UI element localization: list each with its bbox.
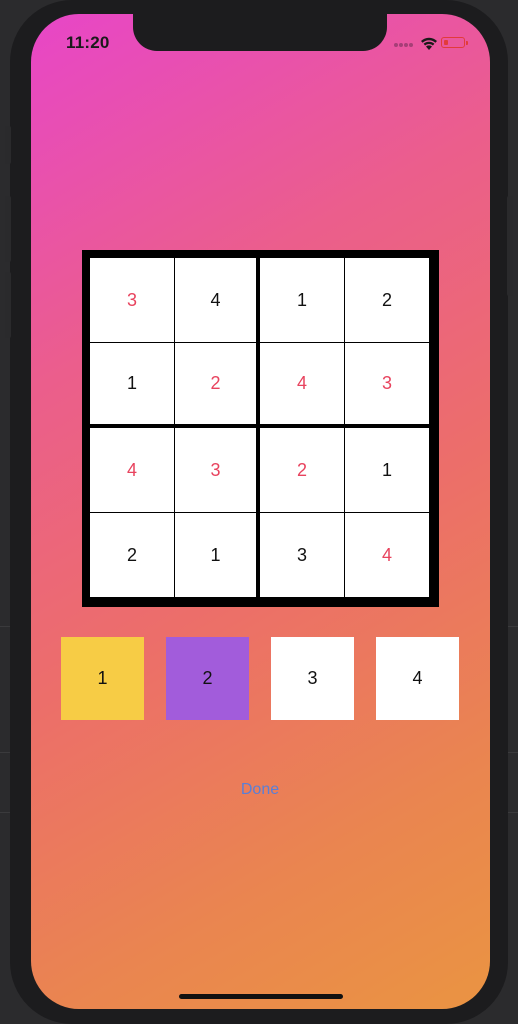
- board-cell[interactable]: 4: [260, 343, 344, 424]
- background-line: [508, 626, 518, 627]
- board-cell[interactable]: 4: [345, 513, 429, 597]
- status-icons: [391, 33, 471, 53]
- background-line: [0, 812, 10, 813]
- volume-down-button: [5, 272, 11, 338]
- wifi-icon: [421, 37, 437, 50]
- background-line: [508, 752, 518, 753]
- battery-icon: [441, 37, 468, 48]
- number-picker: 1234: [61, 637, 461, 720]
- number-choice-3[interactable]: 3: [271, 637, 354, 720]
- board-cell[interactable]: 2: [345, 258, 429, 342]
- volume-up-button: [5, 196, 11, 262]
- background-line: [0, 626, 10, 627]
- board-cell[interactable]: 3: [345, 343, 429, 424]
- board-cell[interactable]: 3: [260, 513, 344, 597]
- board-cell[interactable]: 1: [345, 428, 429, 512]
- board-cell[interactable]: 2: [260, 428, 344, 512]
- board-cell[interactable]: 2: [90, 513, 174, 597]
- notch: [133, 14, 387, 51]
- home-indicator: [179, 994, 343, 999]
- cellular-signal-icon: [394, 41, 418, 47]
- mute-switch: [5, 126, 11, 164]
- app-screen: 11:20 3412124343212134 1234 Done: [31, 14, 490, 1009]
- board-cell[interactable]: 2: [175, 343, 256, 424]
- board-cell[interactable]: 4: [90, 428, 174, 512]
- number-choice-4[interactable]: 4: [376, 637, 459, 720]
- sudoku-grid: 3412124343212134: [90, 258, 431, 599]
- board-cell[interactable]: 3: [175, 428, 256, 512]
- sudoku-board: 3412124343212134: [82, 250, 439, 607]
- power-button: [507, 196, 513, 296]
- number-choice-1[interactable]: 1: [61, 637, 144, 720]
- board-cell[interactable]: 1: [260, 258, 344, 342]
- board-cell[interactable]: 1: [175, 513, 256, 597]
- background-line: [508, 812, 518, 813]
- board-cell[interactable]: 4: [175, 258, 256, 342]
- board-cell[interactable]: 1: [90, 343, 174, 424]
- number-choice-2[interactable]: 2: [166, 637, 249, 720]
- board-cell[interactable]: 3: [90, 258, 174, 342]
- status-time: 11:20: [66, 33, 110, 52]
- background-line: [0, 752, 10, 753]
- done-button[interactable]: Done: [220, 779, 300, 801]
